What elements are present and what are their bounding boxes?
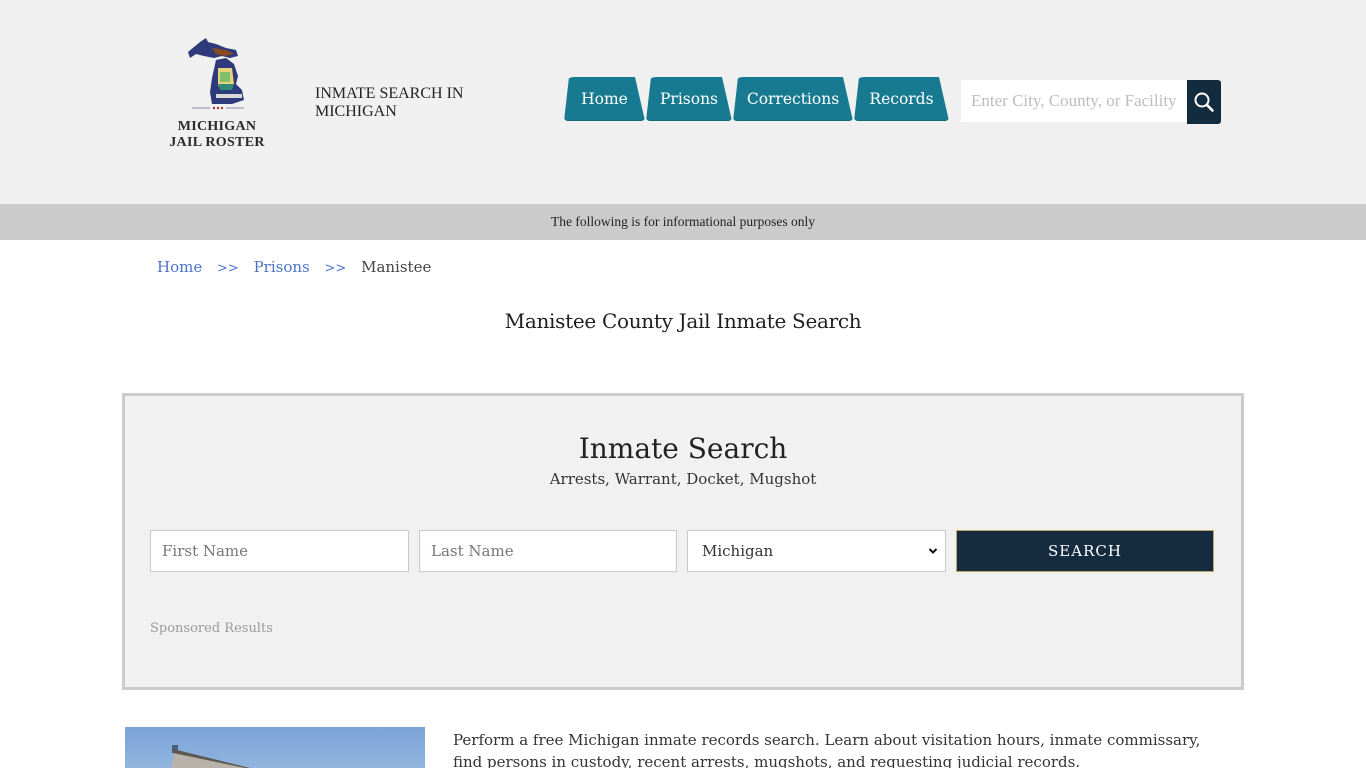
state-select[interactable]: Michigan — [687, 530, 946, 572]
logo-line-2: JAIL ROSTER — [169, 135, 265, 150]
site-logo[interactable]: MICHIGAN JAIL ROSTER — [168, 34, 268, 154]
logo-text: MICHIGAN JAIL ROSTER — [168, 119, 266, 151]
nav-tab-home[interactable]: Home — [564, 77, 645, 121]
header-search-button[interactable] — [1187, 80, 1221, 124]
info-notice-bar: The following is for informational purpo… — [0, 204, 1366, 240]
intro-paragraph: Perform a free Michigan inmate records s… — [453, 731, 1201, 768]
michigan-state-map-icon — [188, 38, 244, 110]
first-name-input[interactable] — [150, 530, 409, 572]
inmate-search-title: Inmate Search — [578, 432, 788, 465]
breadcrumb-current: Manistee — [361, 258, 432, 276]
last-name-input[interactable] — [419, 530, 677, 572]
breadcrumb: Home >> Prisons >> Manistee — [157, 257, 431, 279]
facility-search-input[interactable] — [961, 80, 1187, 122]
breadcrumb-separator: >> — [324, 261, 347, 276]
inmate-search-panel: Inmate Search Arrests, Warrant, Docket, … — [122, 393, 1244, 690]
building-roof-graphic — [171, 745, 250, 768]
breadcrumb-separator: >> — [217, 261, 239, 276]
breadcrumb-home[interactable]: Home — [157, 258, 202, 276]
sponsored-results-label: Sponsored Results — [150, 621, 273, 636]
inmate-search-button[interactable]: SEARCH — [956, 530, 1214, 572]
site-title: INMATE SEARCH IN MICHIGAN — [315, 85, 464, 120]
chevron-down-icon — [928, 548, 938, 554]
state-select-value: Michigan — [702, 542, 774, 560]
nav-tab-prisons[interactable]: Prisons — [646, 77, 732, 121]
site-header: MICHIGAN JAIL ROSTER INMATE SEARCH IN MI… — [0, 0, 1366, 204]
inmate-search-subtitle: Arrests, Warrant, Docket, Mugshot — [549, 470, 817, 488]
header-search — [961, 80, 1221, 124]
search-icon — [1194, 92, 1214, 112]
jail-building-photo — [125, 727, 425, 768]
breadcrumb-prisons[interactable]: Prisons — [254, 258, 310, 276]
page-title: Manistee County Jail Inmate Search — [504, 309, 862, 333]
nav-tab-records[interactable]: Records — [854, 77, 949, 121]
main-nav: Home Prisons Corrections Records — [564, 77, 950, 121]
logo-line-1: MICHIGAN — [177, 119, 257, 134]
nav-tab-corrections[interactable]: Corrections — [733, 77, 853, 121]
